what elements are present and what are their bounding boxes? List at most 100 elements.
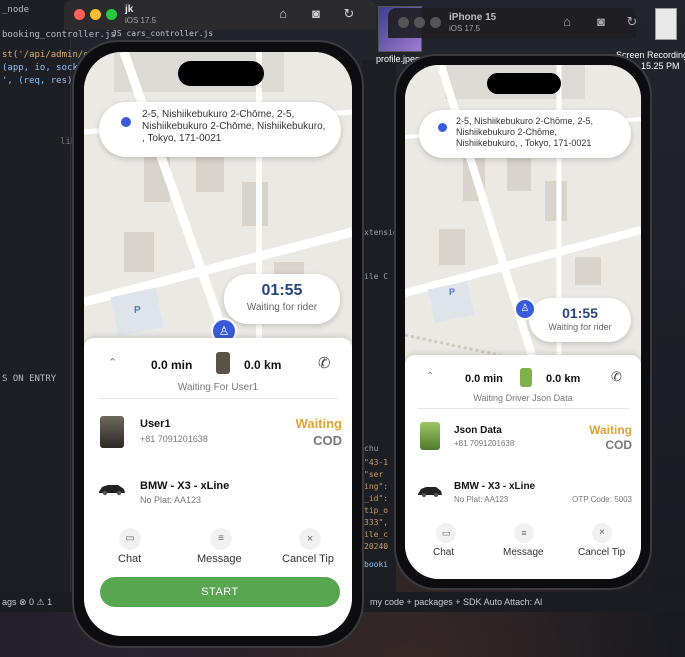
rotate-icon[interactable]: ↻ xyxy=(623,13,641,31)
ride-status-line: Waiting Driver Json Data xyxy=(473,393,573,403)
home-icon[interactable]: ⌂ xyxy=(274,5,292,23)
minimize-window-button[interactable] xyxy=(90,9,101,20)
ide-code-line: booki xyxy=(364,560,389,569)
address-text: 2-5, Nishiikebukuro 2-Chōme, 2-5, Nishii… xyxy=(456,116,594,148)
divider xyxy=(417,408,629,409)
ide-text: S ON ENTRY xyxy=(2,374,57,384)
parking-label: P xyxy=(134,305,141,316)
address-card[interactable]: 2-5, Nishiikebukuro 2-Chōme, 2-5, Nishii… xyxy=(99,102,341,157)
zoom-window-button[interactable] xyxy=(430,17,441,28)
ide-text: ile C xyxy=(364,272,389,281)
waiting-timer-card: 01:55 Waiting for rider xyxy=(529,298,631,342)
message-button[interactable]: Message xyxy=(197,553,242,565)
screenshot-icon[interactable]: ◙ xyxy=(592,13,610,31)
ide-code-line: "43-1 xyxy=(364,458,389,467)
ide-text: _node xyxy=(2,5,30,15)
timer-status: Waiting for rider xyxy=(246,302,318,313)
simulator-name: iPhone 15 xyxy=(449,12,497,23)
parking-label: P xyxy=(449,287,456,297)
otp-code: OTP Code: 5003 xyxy=(572,495,632,504)
problems-indicator[interactable]: ags ⊗ 0 ⚠ 1 xyxy=(2,597,52,608)
ide-code-line: 333", xyxy=(364,518,389,527)
ide-code-line: (app, io, socke xyxy=(2,63,84,73)
phone-screen-right: P 2-5, Nishiikebukuro 2-Chōme, 2-5, Nish… xyxy=(405,65,641,579)
user-name: User1 xyxy=(140,418,171,430)
duration: 0.0 min xyxy=(465,373,503,385)
minimize-window-button[interactable] xyxy=(414,17,425,28)
driver-thumbnail xyxy=(520,368,532,387)
ide-panel-left: _node booking_controller.js st('/api/adm… xyxy=(0,0,116,610)
cancel-icon[interactable]: × xyxy=(299,528,321,550)
phone-call-icon[interactable]: ✆ xyxy=(611,369,622,385)
screenshot-icon[interactable]: ◙ xyxy=(307,5,325,23)
payment-method: COD xyxy=(313,433,342,448)
zoom-window-button[interactable] xyxy=(106,9,117,20)
distance: 0.0 km xyxy=(244,358,282,372)
duration: 0.0 min xyxy=(151,358,193,372)
ride-status-line: Waiting For User1 xyxy=(177,382,259,393)
simulator-titlebar[interactable]: iPhone 15 iOS 17.5 ⌂ ◙ ↻ xyxy=(388,8,637,38)
start-ride-button[interactable]: START xyxy=(100,577,340,607)
phone-frame-right: P 2-5, Nishiikebukuro 2-Chōme, 2-5, Nish… xyxy=(394,54,652,590)
cancel-trip-button[interactable]: Cancel Tip xyxy=(578,547,625,558)
chat-icon[interactable]: ▭ xyxy=(436,523,456,543)
distance: 0.0 km xyxy=(546,373,581,385)
user-avatar[interactable] xyxy=(100,416,124,448)
ide-tab[interactable]: JS cars_controller.js xyxy=(112,29,213,38)
simulator-os: iOS 17.5 xyxy=(449,24,481,33)
cancel-trip-button[interactable]: Cancel Tip xyxy=(282,553,334,565)
phone-screen-left: P 2-5, Nishiikebukuro 2-Chōme, 2-5, Nish… xyxy=(84,52,352,636)
user-avatar[interactable] xyxy=(420,422,440,450)
car-icon xyxy=(99,485,125,496)
ide-code-line: ing": xyxy=(364,482,389,491)
simulator-name: jk xyxy=(125,4,134,15)
home-icon[interactable]: ⌂ xyxy=(558,13,576,31)
chat-icon[interactable]: ▭ xyxy=(119,528,141,550)
simulator-os: iOS 17.5 xyxy=(125,16,157,25)
rotate-icon[interactable]: ↻ xyxy=(340,5,358,23)
phone-call-icon[interactable]: ✆ xyxy=(318,354,331,372)
recording-thumbnail[interactable] xyxy=(655,8,677,40)
ide-tab[interactable]: booking_controller.js xyxy=(2,30,116,40)
timer-value: 01:55 xyxy=(562,305,598,321)
chat-button[interactable]: Chat xyxy=(433,547,454,558)
car-icon xyxy=(418,487,442,497)
user-name: Json Data xyxy=(454,425,502,436)
dynamic-island xyxy=(487,73,561,94)
location-pin-icon xyxy=(438,123,447,132)
collapse-chevron-icon[interactable]: ⌃ xyxy=(426,371,434,382)
ide-code-line: tip_o xyxy=(364,506,389,515)
timer-status: Waiting for rider xyxy=(548,322,612,332)
ide-code-line: ile_c xyxy=(364,530,389,539)
simulator-titlebar[interactable]: jk iOS 17.5 ⌂ ◙ ↻ xyxy=(64,0,376,30)
message-icon[interactable]: ≡ xyxy=(210,528,232,550)
address-card[interactable]: 2-5, Nishiikebukuro 2-Chōme, 2-5, Nishii… xyxy=(419,110,631,158)
dynamic-island xyxy=(178,61,264,86)
message-icon[interactable]: ≡ xyxy=(514,523,534,543)
timer-value: 01:55 xyxy=(261,282,303,299)
ide-code-line: _id": xyxy=(364,494,389,503)
ride-status-badge: Waiting xyxy=(295,416,342,431)
user-phone: +81 7091201638 xyxy=(140,434,208,444)
divider xyxy=(98,398,338,399)
location-pin-icon xyxy=(121,117,131,127)
ride-details-sheet: ⌃ 0.0 min 0.0 km ✆ Waiting Driver Json D… xyxy=(405,355,641,579)
rider-marker-icon[interactable]: ♙ xyxy=(514,298,536,320)
ide-text: xtensio xyxy=(364,228,398,237)
close-window-button[interactable] xyxy=(398,17,409,28)
car-plate: No Plat: AA123 xyxy=(140,495,202,505)
address-text: 2-5, Nishiikebukuro 2-Chōme, 2-5, Nishii… xyxy=(142,109,326,145)
user-phone: +81 7091201638 xyxy=(454,439,515,448)
chat-button[interactable]: Chat xyxy=(118,553,141,565)
car-name: BMW - X3 - xLine xyxy=(454,481,536,492)
cancel-icon[interactable]: × xyxy=(592,523,612,543)
ide-code-line: 20240 xyxy=(364,542,389,551)
car-name: BMW - X3 - xLine xyxy=(140,480,230,492)
message-button[interactable]: Message xyxy=(503,547,544,558)
ride-status-badge: Waiting xyxy=(589,423,632,437)
ide-code-line: "ser xyxy=(364,470,384,479)
collapse-chevron-icon[interactable]: ⌃ xyxy=(108,356,117,369)
ide-panel-middle: xtensio ile C chu "43-1 "ser ing": _id":… xyxy=(362,60,398,600)
car-plate: No Plat: AA123 xyxy=(454,495,509,504)
close-window-button[interactable] xyxy=(74,9,85,20)
